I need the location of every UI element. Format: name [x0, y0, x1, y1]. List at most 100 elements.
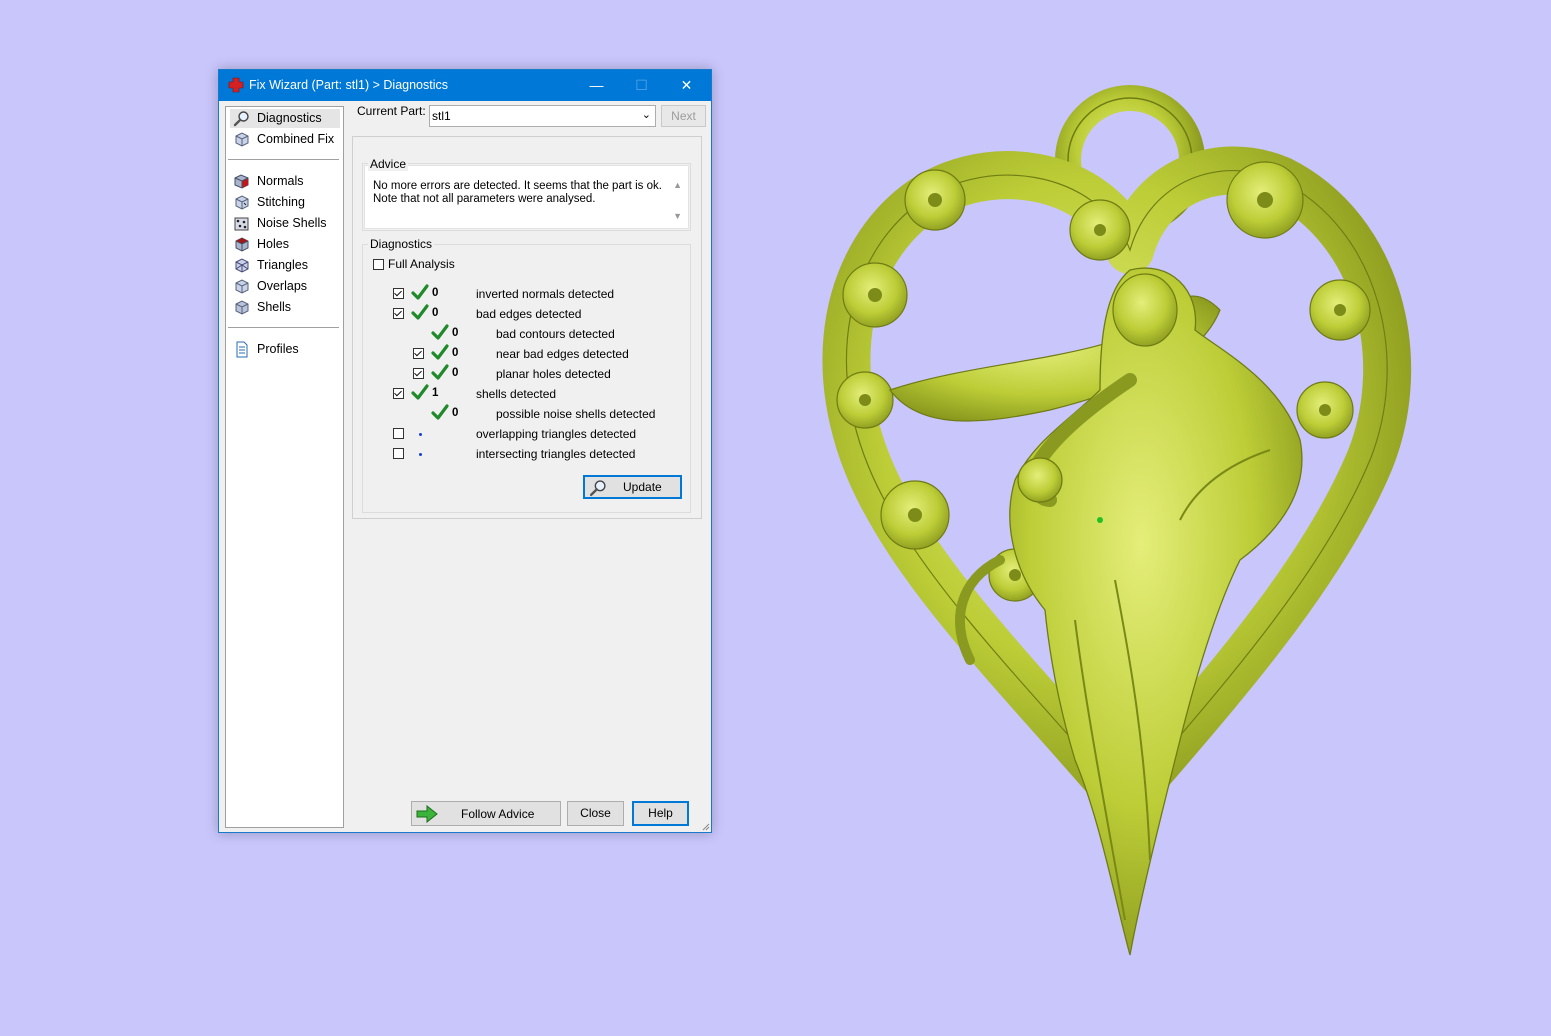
- overlapping-triangles-label: overlapping triangles detected: [476, 427, 637, 441]
- nav-item-combined-fix[interactable]: Combined Fix: [230, 130, 340, 149]
- noise-shells-icon: [234, 217, 249, 231]
- nav-label: Profiles: [257, 342, 299, 356]
- nav-separator: [228, 327, 339, 328]
- nav-item-shells[interactable]: Shells: [230, 298, 340, 317]
- diagnostics-group-title: Diagnostics: [368, 237, 435, 251]
- nav-label: Shells: [257, 300, 292, 314]
- planar-holes-label: planar holes detected: [496, 367, 611, 381]
- bad-contours-count: 0: [452, 327, 459, 339]
- near-bad-edges-label: near bad edges detected: [496, 347, 629, 361]
- intersecting-triangles-label: intersecting triangles detected: [476, 447, 636, 461]
- model-viewport[interactable]: [800, 60, 1420, 980]
- follow-advice-button[interactable]: Follow Advice: [411, 801, 561, 826]
- advice-text: No more errors are detected. It seems th…: [373, 180, 663, 206]
- update-label: Update: [623, 480, 662, 494]
- check-icon: [431, 364, 449, 380]
- not-analysed-dot-icon: [419, 433, 422, 436]
- main-panel: No more errors are detected. It seems th…: [352, 136, 702, 519]
- update-button[interactable]: Update: [583, 475, 682, 499]
- nav-label: Stitching: [257, 195, 305, 209]
- full-analysis-label: Full Analysis: [388, 257, 455, 271]
- nav-item-noise-shells[interactable]: Noise Shells: [230, 214, 340, 233]
- resize-grip-icon[interactable]: [700, 821, 710, 831]
- fix-wizard-window: Fix Wizard (Part: stl1) > Diagnostics — …: [218, 69, 712, 833]
- nav-label: Triangles: [257, 258, 308, 272]
- help-button[interactable]: Help: [632, 801, 689, 826]
- magnifier-icon: [589, 480, 606, 497]
- nav-item-holes[interactable]: Holes: [230, 235, 340, 254]
- scroll-down-icon[interactable]: ▼: [673, 211, 682, 221]
- near-bad-edges-count: 0: [452, 347, 459, 359]
- check-icon: [411, 304, 429, 320]
- bad-contours-label: bad contours detected: [496, 327, 615, 341]
- close-window-button[interactable]: ✕: [664, 70, 709, 101]
- chevron-down-icon: ⌄: [641, 109, 651, 121]
- shells-cube-icon: [235, 300, 249, 315]
- current-part-value: stl1: [432, 109, 451, 123]
- scroll-up-icon[interactable]: ▲: [673, 180, 682, 190]
- overlapping-triangles-checkbox[interactable]: [393, 428, 404, 439]
- advice-group-title: Advice: [368, 157, 409, 171]
- near-bad-edges-checkbox[interactable]: [413, 348, 424, 359]
- triangles-cube-icon: [235, 258, 249, 273]
- green-arrow-icon: [416, 805, 438, 823]
- wizard-nav: Diagnostics Combined Fix Normals Stitchi…: [225, 106, 344, 828]
- follow-advice-label: Follow Advice: [461, 807, 535, 821]
- normals-cube-icon: [234, 174, 249, 189]
- magnifier-icon: [233, 111, 249, 127]
- full-analysis-checkbox[interactable]: [373, 259, 384, 270]
- maximize-button[interactable]: ☐: [619, 70, 664, 101]
- check-icon: [411, 384, 429, 400]
- nav-label: Holes: [257, 237, 289, 251]
- nav-separator: [228, 159, 339, 160]
- check-icon: [411, 284, 429, 300]
- not-analysed-dot-icon: [419, 453, 422, 456]
- next-button[interactable]: Next: [661, 105, 706, 127]
- nav-item-stitching[interactable]: Stitching: [230, 193, 340, 212]
- nav-label: Noise Shells: [257, 216, 327, 230]
- noise-shells-count: 0: [452, 407, 459, 419]
- nav-item-profiles[interactable]: Profiles: [230, 340, 340, 359]
- current-part-label: Current Part:: [357, 104, 426, 118]
- red-cross-app-icon: [228, 77, 244, 93]
- shells-count: 1: [432, 387, 439, 399]
- advice-group: No more errors are detected. It seems th…: [362, 163, 691, 231]
- intersecting-triangles-checkbox[interactable]: [393, 448, 404, 459]
- nav-item-overlaps[interactable]: Overlaps: [230, 277, 340, 296]
- planar-holes-count: 0: [452, 367, 459, 379]
- nav-item-triangles[interactable]: Triangles: [230, 256, 340, 275]
- current-part-select[interactable]: stl1 ⌄: [429, 105, 656, 127]
- check-icon: [431, 404, 449, 420]
- inverted-normals-checkbox[interactable]: [393, 288, 404, 299]
- check-icon: [431, 344, 449, 360]
- stitching-cube-icon: [235, 195, 249, 210]
- nav-label: Diagnostics: [257, 111, 322, 125]
- overlaps-cube-icon: [235, 279, 249, 294]
- nav-label: Combined Fix: [257, 132, 335, 146]
- noise-shells-label: possible noise shells detected: [496, 407, 656, 421]
- cube-icon: [235, 132, 249, 147]
- close-button[interactable]: Close: [567, 801, 624, 826]
- advice-line-2: Note that not all parameters were analys…: [373, 193, 596, 205]
- title-bar[interactable]: Fix Wizard (Part: stl1) > Diagnostics — …: [219, 70, 711, 101]
- inverted-normals-count: 0: [432, 287, 439, 299]
- shells-label: shells detected: [476, 387, 557, 401]
- check-icon: [431, 324, 449, 340]
- pendant-model: [822, 85, 1412, 956]
- advice-textbox[interactable]: No more errors are detected. It seems th…: [364, 165, 689, 229]
- planar-holes-checkbox[interactable]: [413, 368, 424, 379]
- bad-edges-checkbox[interactable]: [393, 308, 404, 319]
- inverted-normals-label: inverted normals detected: [476, 287, 615, 301]
- holes-cube-icon: [235, 237, 249, 252]
- bad-edges-label: bad edges detected: [476, 307, 582, 321]
- advice-line-1: No more errors are detected. It seems th…: [373, 180, 662, 192]
- shells-checkbox[interactable]: [393, 388, 404, 399]
- window-title: Fix Wizard (Part: stl1) > Diagnostics: [249, 78, 449, 92]
- nav-item-diagnostics[interactable]: Diagnostics: [230, 109, 340, 128]
- nav-label: Overlaps: [257, 279, 308, 293]
- document-icon: [236, 341, 248, 358]
- nav-label: Normals: [257, 174, 304, 188]
- minimize-button[interactable]: —: [574, 70, 619, 101]
- nav-item-normals[interactable]: Normals: [230, 172, 340, 191]
- bad-edges-count: 0: [432, 307, 439, 319]
